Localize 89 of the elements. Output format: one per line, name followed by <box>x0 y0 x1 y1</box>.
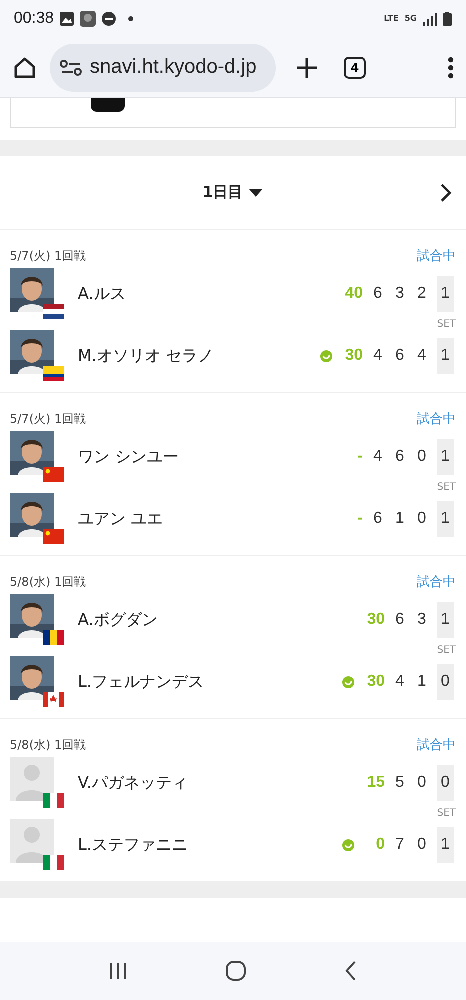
status-time: 00:38 <box>14 10 54 28</box>
app-icon <box>80 11 96 27</box>
game-score: 5 <box>394 774 406 792</box>
game-score: 4 <box>416 347 428 365</box>
set-score: 1 <box>437 439 454 475</box>
flag-icon <box>43 692 64 707</box>
game-score: 2 <box>416 285 428 303</box>
avatar-placeholder-icon <box>10 757 54 801</box>
player-name: L.ステファニニ <box>78 834 189 856</box>
player-name: A.ルス <box>78 284 127 304</box>
game-score: 1 <box>416 673 428 691</box>
game-score: 0 <box>416 774 428 792</box>
app-logo-icon <box>91 98 125 112</box>
avatar-placeholder-icon <box>10 819 54 863</box>
game-score: 6 <box>394 611 406 629</box>
game-score: 3 <box>394 285 406 303</box>
flag-icon <box>43 630 64 645</box>
point-score: 30 <box>344 347 363 365</box>
match-date: 5/7(火) 1回戦 <box>10 410 86 428</box>
player-name: L.フェルナンデス <box>78 672 205 692</box>
match-date: 5/8(水) 1回戦 <box>10 574 86 590</box>
game-score: 0 <box>416 836 428 854</box>
set-label: SET <box>437 482 456 493</box>
recent-apps-icon[interactable] <box>109 962 128 980</box>
signal-icon <box>423 12 437 26</box>
player-name: M.オソリオ セラノ <box>78 346 215 366</box>
player-name: V.パガネッティ <box>78 772 189 794</box>
set-score: 1 <box>437 827 454 863</box>
point-score: 30 <box>366 673 385 691</box>
url-text: snavi.ht.kyodo-d.jp <box>90 56 257 79</box>
match-status-link[interactable]: 試合中 <box>417 736 456 754</box>
battery-icon <box>443 12 452 26</box>
point-score: - <box>356 510 363 528</box>
menu-icon[interactable] <box>448 56 454 78</box>
game-score: 0 <box>416 448 428 466</box>
set-label: SET <box>437 808 456 819</box>
set-score: 1 <box>437 276 454 312</box>
set-label: SET <box>437 645 456 656</box>
flag-icon <box>43 467 64 482</box>
match-status-link[interactable]: 試合中 <box>417 573 456 591</box>
set-score: 0 <box>437 765 454 801</box>
home-button-icon[interactable] <box>226 961 246 981</box>
set-score: 1 <box>437 338 454 374</box>
network-label: LTE <box>384 15 399 23</box>
dropdown-caret-icon <box>249 188 264 196</box>
flag-icon <box>43 855 64 870</box>
player-name: A.ボグダン <box>78 610 159 630</box>
dot-icon <box>128 16 134 22</box>
url-field[interactable]: snavi.ht.kyodo-d.jp <box>50 44 276 92</box>
flag-icon <box>43 793 64 808</box>
game-score: 0 <box>416 510 428 528</box>
game-score: 6 <box>394 448 406 466</box>
game-score: 4 <box>372 448 384 466</box>
site-settings-icon[interactable] <box>60 60 82 76</box>
do-not-disturb-icon <box>102 12 116 26</box>
image-icon <box>60 12 74 26</box>
match-date: 5/8(水) 1回戦 <box>10 736 86 754</box>
game-score: 6 <box>372 285 384 303</box>
flag-icon <box>43 366 64 381</box>
network-label: 5G <box>404 15 417 23</box>
set-score: 0 <box>437 664 454 700</box>
set-score: 1 <box>437 602 454 638</box>
flag-icon <box>43 529 64 544</box>
match-status-link[interactable]: 試合中 <box>417 410 456 428</box>
point-score: 40 <box>344 285 363 303</box>
new-tab-icon[interactable] <box>296 56 318 78</box>
game-score: 3 <box>416 611 428 629</box>
point-score: 0 <box>375 836 385 854</box>
app-banner[interactable] <box>10 98 456 128</box>
game-score: 7 <box>394 836 406 854</box>
tab-count-button[interactable]: 4 <box>344 56 366 78</box>
player-name: ユアン ユエ <box>78 508 164 530</box>
player-name: ワン シンユー <box>78 446 180 468</box>
set-label: SET <box>437 319 456 330</box>
home-icon[interactable] <box>12 54 38 80</box>
back-icon[interactable] <box>344 961 357 981</box>
match-date: 5/7(火) 1回戦 <box>10 248 86 264</box>
point-score: 15 <box>366 774 385 792</box>
game-score: 4 <box>372 347 384 365</box>
game-score: 6 <box>394 347 406 365</box>
game-score: 4 <box>394 673 406 691</box>
game-score: 1 <box>394 510 406 528</box>
point-score: - <box>356 448 363 466</box>
game-score: 6 <box>372 510 384 528</box>
flag-icon <box>43 304 64 319</box>
day-selector[interactable]: 1日目 <box>202 183 264 202</box>
point-score: 30 <box>366 611 385 629</box>
match-status-link[interactable]: 試合中 <box>417 247 456 265</box>
set-score: 1 <box>437 501 454 537</box>
